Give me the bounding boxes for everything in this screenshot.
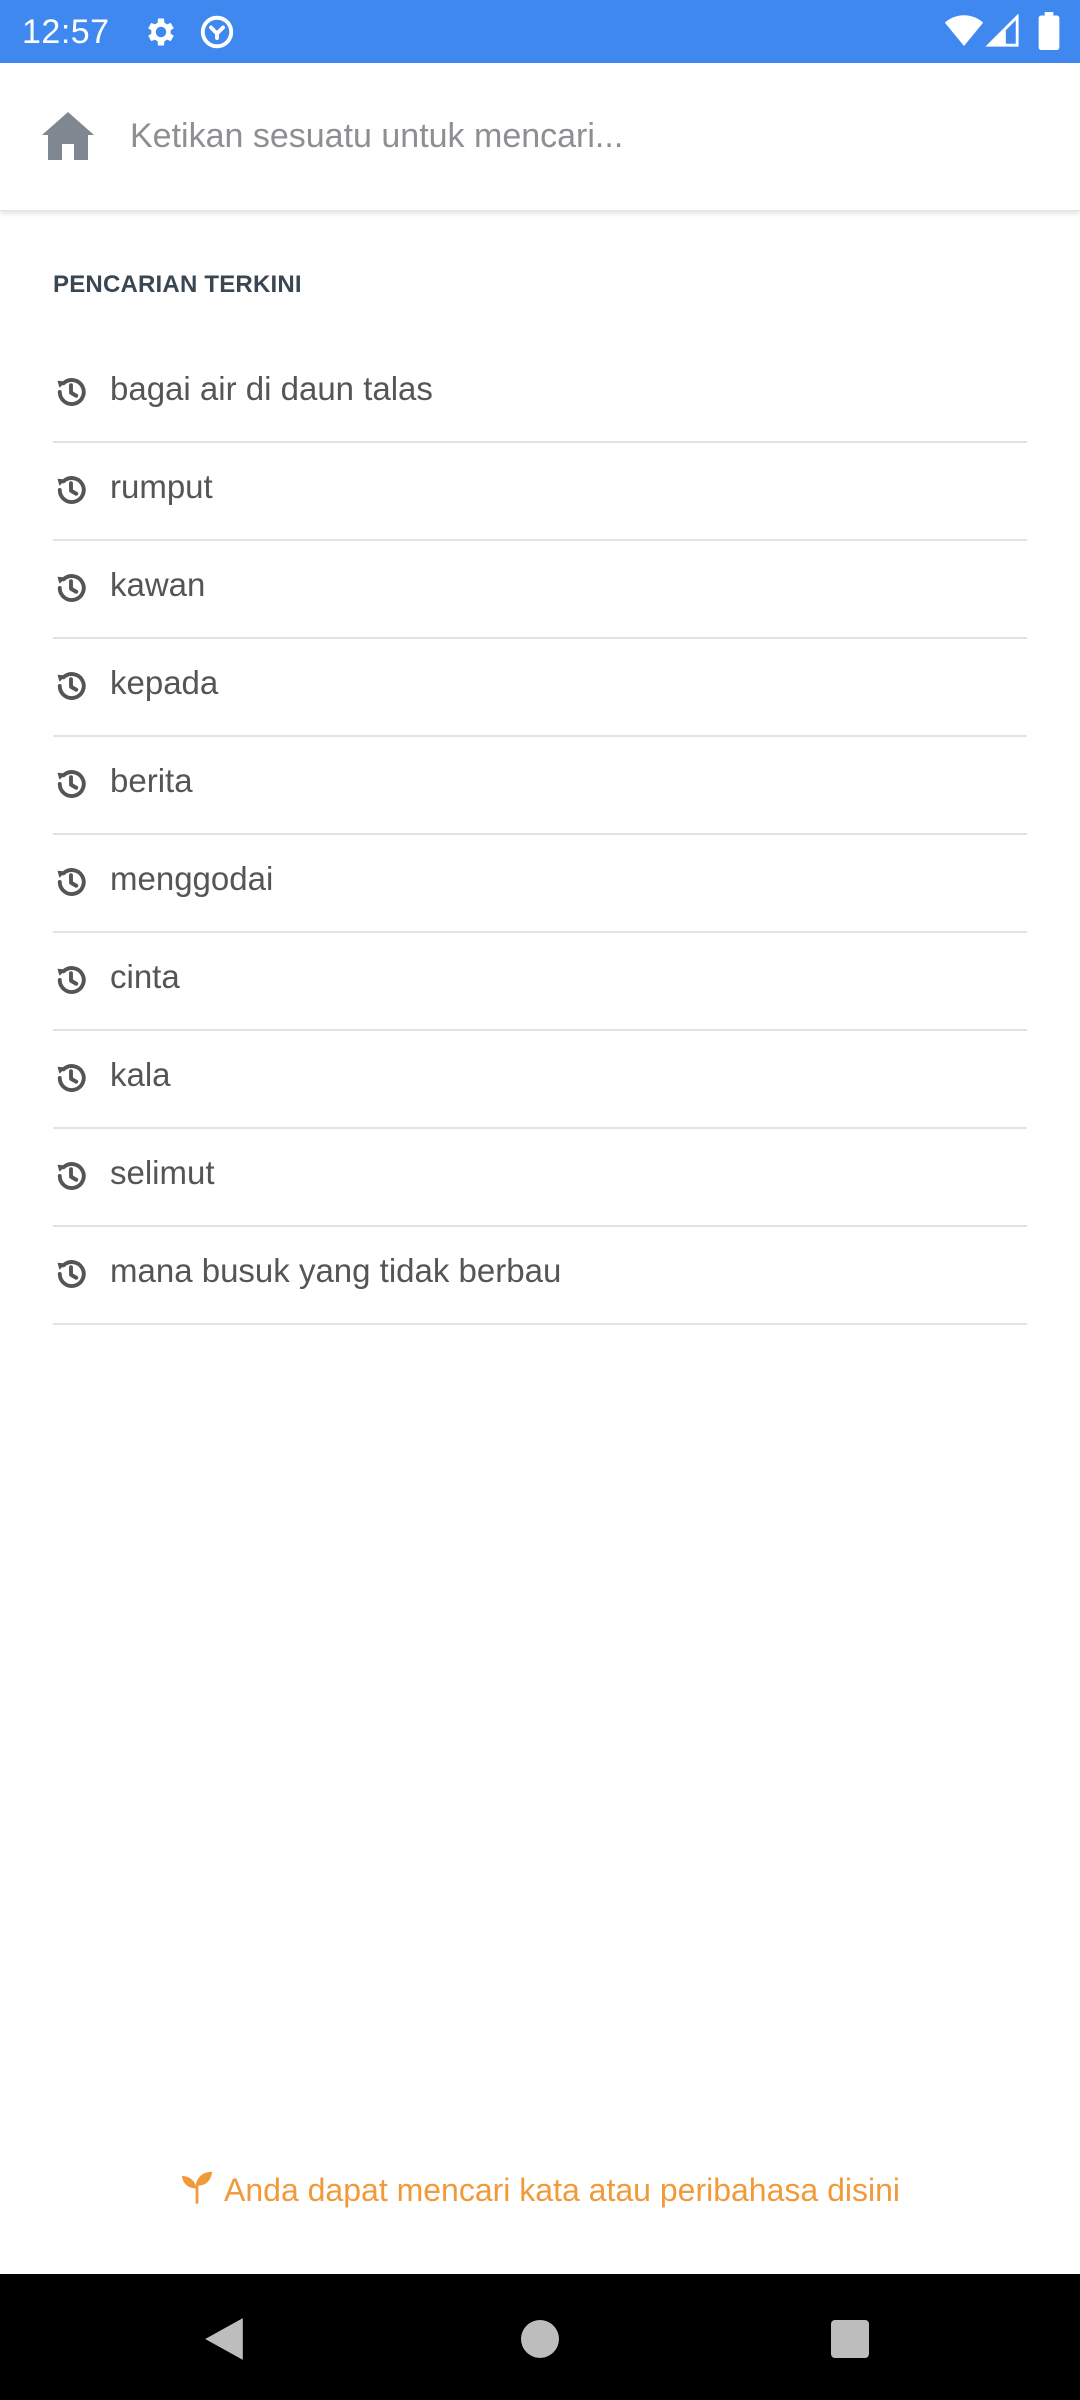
search-header bbox=[0, 63, 1080, 211]
recent-search-label: kala bbox=[110, 1056, 171, 1093]
history-icon bbox=[57, 1162, 86, 1190]
recent-search-item[interactable]: berita bbox=[53, 737, 1027, 835]
history-icon bbox=[57, 868, 86, 896]
recent-search-label: selimut bbox=[110, 1154, 215, 1191]
recent-search-item[interactable]: kepada bbox=[53, 639, 1027, 737]
search-input[interactable] bbox=[130, 103, 1030, 169]
signal-icon bbox=[985, 14, 1019, 47]
recent-search-label: kawan bbox=[110, 566, 206, 603]
recent-search-item[interactable]: bagai air di daun talas bbox=[53, 345, 1027, 443]
recents-square-icon[interactable] bbox=[831, 2320, 869, 2358]
recent-search-label: menggodai bbox=[110, 860, 274, 897]
history-icon bbox=[57, 1064, 86, 1092]
recent-search-item[interactable]: cinta bbox=[53, 933, 1027, 1031]
recent-search-item[interactable]: kawan bbox=[53, 541, 1027, 639]
history-icon bbox=[57, 476, 86, 504]
history-icon bbox=[57, 574, 86, 602]
history-icon bbox=[57, 1260, 86, 1288]
battery-icon bbox=[1038, 12, 1060, 50]
recent-search-item[interactable]: rumput bbox=[53, 443, 1027, 541]
recent-search-item[interactable]: menggodai bbox=[53, 835, 1027, 933]
status-bar: 12:57 bbox=[0, 0, 1080, 63]
sync-icon bbox=[200, 15, 234, 49]
recent-search-item[interactable]: selimut bbox=[53, 1129, 1027, 1227]
system-nav-bar bbox=[0, 2274, 1080, 2400]
recent-search-label: berita bbox=[110, 762, 193, 799]
recent-search-label: rumput bbox=[110, 468, 213, 505]
recent-search-label: mana busuk yang tidak berbau bbox=[110, 1252, 562, 1289]
history-icon bbox=[57, 770, 86, 798]
history-icon bbox=[57, 672, 86, 700]
recent-searches-title: PENCARIAN TERKINI bbox=[53, 271, 302, 298]
wifi-icon bbox=[944, 15, 984, 46]
recent-search-label: bagai air di daun talas bbox=[110, 370, 433, 407]
search-hint-text: Anda dapat mencari kata atau peribahasa … bbox=[224, 2172, 900, 2208]
status-time: 12:57 bbox=[22, 13, 110, 51]
home-circle-icon[interactable] bbox=[521, 2320, 559, 2358]
sprout-icon bbox=[181, 2171, 213, 2204]
recent-searches-list: bagai air di daun talas rumput kawan kep… bbox=[53, 345, 1027, 1325]
recent-search-item[interactable]: kala bbox=[53, 1031, 1027, 1129]
home-icon[interactable] bbox=[40, 110, 96, 162]
search-hint: Anda dapat mencari kata atau peribahasa … bbox=[0, 2165, 1080, 2215]
recent-search-label: cinta bbox=[110, 958, 180, 995]
recent-search-item[interactable]: mana busuk yang tidak berbau bbox=[53, 1227, 1027, 1325]
history-icon bbox=[57, 378, 86, 406]
back-icon[interactable] bbox=[203, 2316, 245, 2362]
history-icon bbox=[57, 966, 86, 994]
gear-icon bbox=[148, 18, 174, 46]
recent-search-label: kepada bbox=[110, 664, 219, 701]
